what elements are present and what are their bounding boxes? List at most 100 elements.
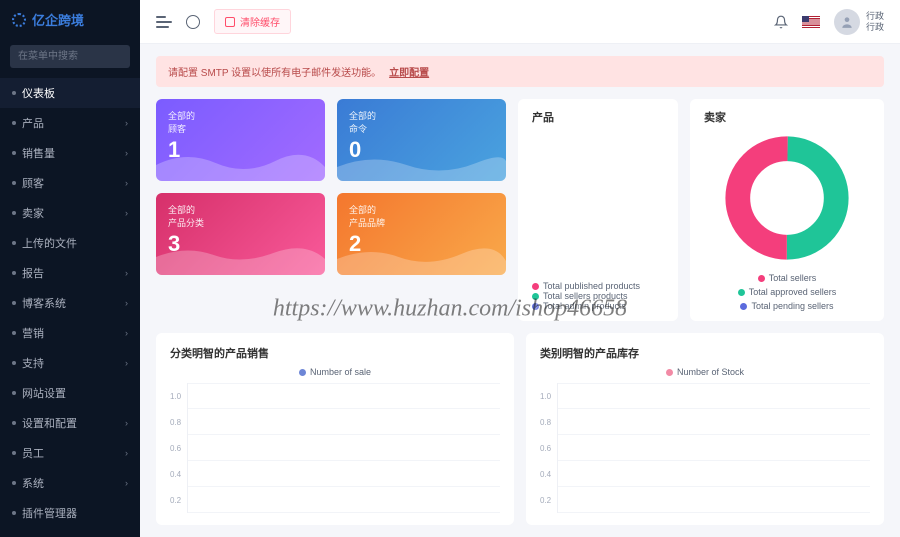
dot-icon: [12, 211, 16, 215]
alert-text: 请配置 SMTP 设置以使所有电子邮件发送功能。: [168, 64, 381, 79]
wave-icon: [337, 239, 506, 275]
dot-icon: [12, 121, 16, 125]
wave-icon: [156, 145, 325, 181]
legend-item: Total published products: [532, 281, 664, 291]
stat-orders[interactable]: 全部的命令 0: [337, 99, 506, 181]
dot-icon: [12, 421, 16, 425]
sidebar-item[interactable]: 卖家›: [0, 198, 140, 228]
sales-chart-card: 分类明智的产品销售 Number of sale 1.00.80.60.40.2: [156, 333, 514, 525]
chevron-right-icon: ›: [125, 148, 128, 158]
legend-dot-icon: [740, 303, 747, 310]
dot-icon: [12, 331, 16, 335]
card-title: 产品: [532, 109, 554, 125]
dot-icon: [12, 151, 16, 155]
clear-cache-button[interactable]: 清除缓存: [214, 9, 291, 34]
avatar: [834, 9, 860, 35]
stat-brands[interactable]: 全部的产品品牌 2: [337, 193, 506, 275]
dot-icon: [12, 241, 16, 245]
stock-chart-plot: 1.00.80.60.40.2: [540, 383, 870, 513]
sidebar-item[interactable]: 销售量›: [0, 138, 140, 168]
y-tick: 0.4: [170, 461, 181, 487]
legend-item: Total approved sellers: [738, 287, 837, 297]
globe-icon[interactable]: [186, 15, 200, 29]
sidebar: 亿企跨境 仪表板产品›销售量›顾客›卖家›上传的文件报告›博客系统›营销›支持›…: [0, 0, 140, 537]
chevron-right-icon: ›: [125, 418, 128, 428]
legend-dot-icon: [299, 369, 306, 376]
sidebar-item[interactable]: 员工›: [0, 438, 140, 468]
y-tick: 0.4: [540, 461, 551, 487]
dot-icon: [12, 481, 16, 485]
sidebar-item[interactable]: 报告›: [0, 258, 140, 288]
legend-item: Total pending sellers: [740, 301, 833, 311]
topbar: 清除缓存 行政 行政: [140, 0, 900, 44]
user-name: 行政: [866, 11, 884, 22]
sales-chart-plot: 1.00.80.60.40.2: [170, 383, 500, 513]
y-tick: 0.6: [170, 435, 181, 461]
chart-title: 类别明智的产品库存: [540, 345, 870, 361]
dot-icon: [12, 451, 16, 455]
chevron-right-icon: ›: [125, 358, 128, 368]
flag-us-icon[interactable]: [802, 16, 820, 28]
chevron-right-icon: ›: [125, 298, 128, 308]
legend-item: Total admin products: [532, 301, 664, 311]
stats-grid: 全部的顾客 1 全部的命令 0 全部的产品分类 3: [156, 99, 506, 321]
clear-cache-label: 清除缓存: [240, 14, 280, 29]
sidebar-item[interactable]: 产品›: [0, 108, 140, 138]
trash-icon: [225, 17, 235, 27]
menu-toggle-icon[interactable]: [156, 16, 172, 28]
sellers-donut-chart: [722, 133, 852, 263]
products-card: 产品 Total published productsTotal sellers…: [518, 99, 678, 321]
chevron-right-icon: ›: [125, 328, 128, 338]
user-menu[interactable]: 行政 行政: [834, 9, 884, 35]
legend-dot-icon: [532, 283, 539, 290]
legend-item: Total sellers products: [532, 291, 664, 301]
sidebar-nav: 仪表板产品›销售量›顾客›卖家›上传的文件报告›博客系统›营销›支持›网站设置设…: [0, 78, 140, 528]
legend-dot-icon: [738, 289, 745, 296]
y-tick: 0.8: [540, 409, 551, 435]
chevron-right-icon: ›: [125, 208, 128, 218]
stat-categories[interactable]: 全部的产品分类 3: [156, 193, 325, 275]
y-tick: 0.6: [540, 435, 551, 461]
legend-dot-icon: [758, 275, 765, 282]
dot-icon: [12, 511, 16, 515]
chevron-right-icon: ›: [125, 478, 128, 488]
sidebar-item[interactable]: 上传的文件: [0, 228, 140, 258]
chart-title: 分类明智的产品销售: [170, 345, 500, 361]
sidebar-item[interactable]: 仪表板: [0, 78, 140, 108]
chevron-right-icon: ›: [125, 118, 128, 128]
chevron-right-icon: ›: [125, 178, 128, 188]
wave-icon: [156, 239, 325, 275]
sidebar-item[interactable]: 系统›: [0, 468, 140, 498]
sellers-card: 卖家 Total sellersTotal approved sellersTo…: [690, 99, 884, 321]
dot-icon: [12, 271, 16, 275]
sidebar-item[interactable]: 设置和配置›: [0, 408, 140, 438]
y-tick: 0.2: [170, 487, 181, 513]
smtp-alert: 请配置 SMTP 设置以使所有电子邮件发送功能。 立即配置: [156, 56, 884, 87]
dot-icon: [12, 181, 16, 185]
globe-logo-icon: [12, 13, 26, 27]
products-legend: Total published productsTotal sellers pr…: [532, 281, 664, 311]
stock-chart-card: 类别明智的产品库存 Number of Stock 1.00.80.60.40.…: [526, 333, 884, 525]
sidebar-search-input[interactable]: [10, 45, 130, 68]
chevron-right-icon: ›: [125, 268, 128, 278]
user-role: 行政: [866, 22, 884, 33]
y-tick: 1.0: [170, 383, 181, 409]
sidebar-item[interactable]: 营销›: [0, 318, 140, 348]
alert-link[interactable]: 立即配置: [389, 64, 429, 79]
brand[interactable]: 亿企跨境: [0, 0, 140, 39]
bell-icon[interactable]: [774, 15, 788, 29]
chevron-right-icon: ›: [125, 448, 128, 458]
stat-customers[interactable]: 全部的顾客 1: [156, 99, 325, 181]
sidebar-item[interactable]: 顾客›: [0, 168, 140, 198]
legend-dot-icon: [666, 369, 673, 376]
sidebar-item[interactable]: 支持›: [0, 348, 140, 378]
sellers-legend: Total sellers Total approved sellers Total…: [704, 273, 870, 311]
sidebar-item[interactable]: 插件管理器: [0, 498, 140, 528]
sidebar-item[interactable]: 博客系统›: [0, 288, 140, 318]
brand-name: 亿企跨境: [32, 10, 84, 29]
legend-item: Total sellers: [758, 273, 817, 283]
y-tick: 0.2: [540, 487, 551, 513]
card-title: 卖家: [704, 109, 870, 125]
legend-dot-icon: [532, 293, 539, 300]
sidebar-item[interactable]: 网站设置: [0, 378, 140, 408]
